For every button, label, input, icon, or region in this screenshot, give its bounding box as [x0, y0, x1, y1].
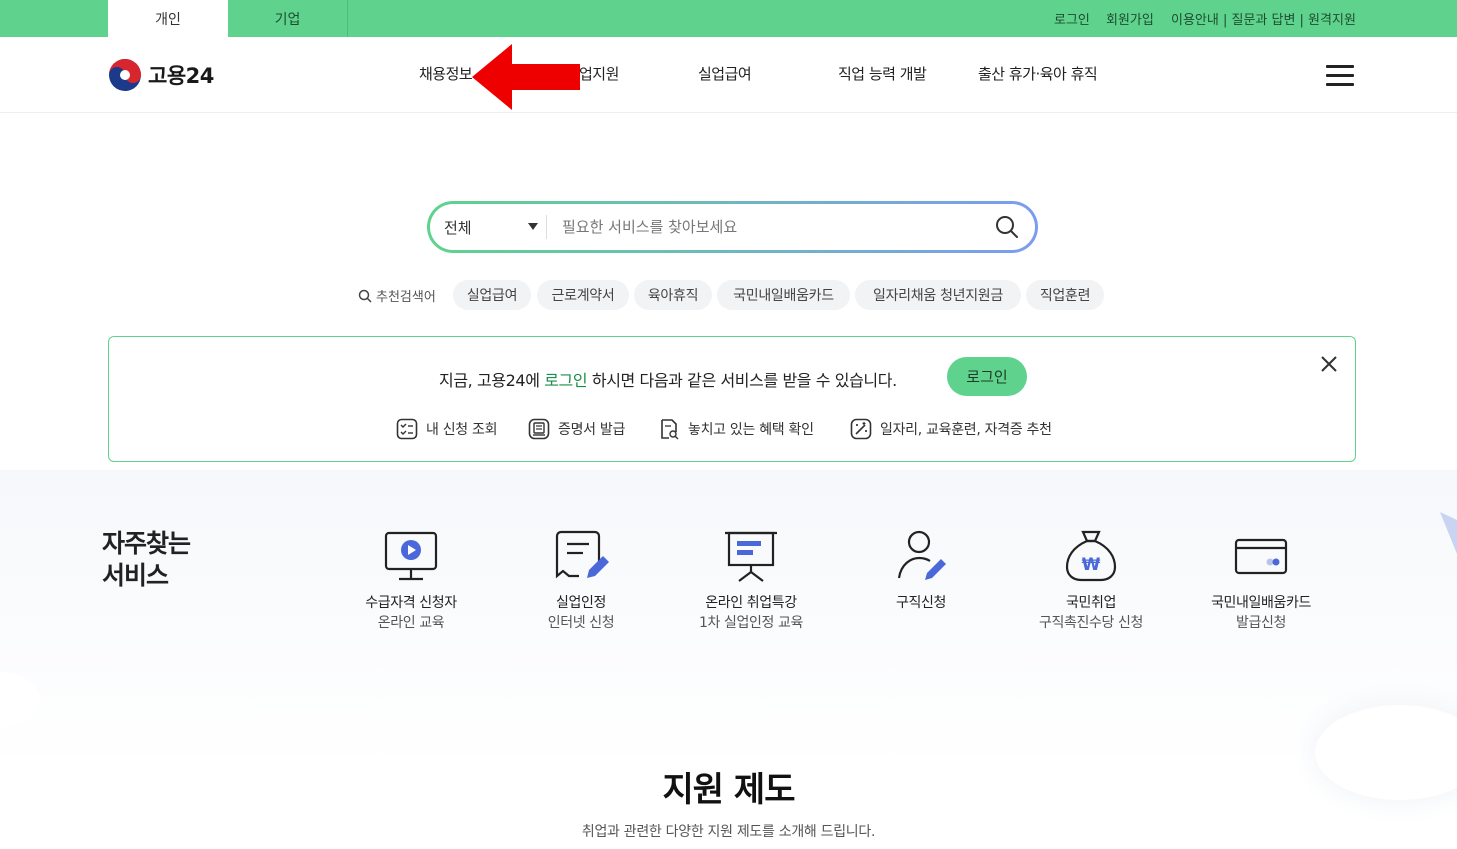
- signup-link[interactable]: 회원가입: [1106, 0, 1154, 37]
- login-msg-pre: 지금, 고용24에: [439, 371, 545, 390]
- search-bar: 전체: [427, 201, 1038, 253]
- keyword-chip[interactable]: 직업훈련: [1026, 280, 1104, 310]
- magic-wand-icon: [850, 418, 872, 440]
- service-sublabel: 온라인 교육: [377, 615, 445, 631]
- service-label: 온라인 취업특강: [705, 595, 797, 611]
- service-sublabel: 인터넷 신청: [547, 615, 615, 631]
- login-msg-post: 하시면 다음과 같은 서비스를 받을 수 있습니다.: [587, 371, 897, 390]
- benefit-missed-benefits[interactable]: 놓치고 있는 혜택 확인: [658, 418, 814, 440]
- search-small-icon: [358, 289, 372, 303]
- login-link[interactable]: 로그인: [1054, 0, 1090, 37]
- service-online-lecture[interactable]: 온라인 취업특강 1차 실업인정 교육: [661, 528, 841, 632]
- service-sublabel: 구직촉진수당 신청: [1039, 615, 1143, 631]
- logo[interactable]: 고용24: [108, 58, 214, 92]
- main-header: 고용24 채용정보 업지원 실업급여 직업 능력 개발 출산 휴가·육아 휴직: [0, 37, 1457, 113]
- tab-business[interactable]: 기업: [228, 0, 348, 37]
- checklist-icon: [396, 418, 418, 440]
- service-sublabel: 1차 실업인정 교육: [699, 615, 803, 631]
- select-divider: [546, 215, 547, 239]
- benefit-my-application[interactable]: 내 신청 조회: [396, 418, 498, 440]
- frequent-services-title: 자주찾는 서비스: [102, 529, 191, 590]
- service-label: 실업인정: [556, 595, 606, 611]
- document-pen-icon: [555, 530, 609, 579]
- service-learning-card[interactable]: 국민내일배움카드 발급신청: [1171, 528, 1351, 632]
- service-job-seeking[interactable]: 구직신청: [831, 528, 1011, 612]
- nav-vocational-training[interactable]: 직업 능력 개발: [838, 63, 927, 84]
- tab-personal[interactable]: 개인: [108, 0, 228, 37]
- paper-plane-decoration: [1440, 512, 1457, 554]
- benefit-label: 내 신청 조회: [426, 422, 498, 438]
- benefit-recommendations[interactable]: 일자리, 교육훈련, 자격증 추천: [850, 418, 1052, 440]
- search-icon[interactable]: [995, 215, 1019, 239]
- card-icon: [1234, 538, 1288, 575]
- login-promo-box: 지금, 고용24에 로그인 하시면 다음과 같은 서비스를 받을 수 있습니다.…: [108, 336, 1356, 462]
- hamburger-menu-icon[interactable]: [1326, 65, 1354, 87]
- svg-text:₩: ₩: [1082, 555, 1101, 575]
- presentation-board-icon: [725, 531, 777, 582]
- government-emblem-icon: [109, 59, 141, 91]
- help-links[interactable]: 이용안내 | 질문과 답변 | 원격지원: [1171, 0, 1356, 37]
- benefit-label: 증명서 발급: [558, 422, 626, 438]
- support-section-subtitle: 취업과 관련한 다양한 지원 제도를 소개해 드립니다.: [581, 824, 876, 840]
- service-online-education[interactable]: 수급자격 신청자 온라인 교육: [321, 528, 501, 632]
- search-input[interactable]: [562, 212, 982, 242]
- monitor-play-icon: [384, 531, 438, 581]
- certificate-icon: [528, 418, 550, 440]
- service-label: 구직신청: [896, 595, 946, 611]
- recommended-keywords-label: 추천검색어: [358, 286, 436, 305]
- nav-employment-support[interactable]: 업지원: [579, 63, 619, 84]
- service-label: 국민내일배움카드: [1211, 595, 1311, 611]
- benefit-label: 놓치고 있는 혜택 확인: [688, 422, 814, 438]
- keyword-chip[interactable]: 실업급여: [453, 280, 531, 310]
- document-search-icon: [661, 419, 679, 440]
- login-button[interactable]: 로그인: [947, 357, 1027, 396]
- close-icon[interactable]: [1320, 355, 1338, 373]
- benefit-certificate[interactable]: 증명서 발급: [528, 418, 625, 440]
- keyword-chip[interactable]: 일자리채움 청년지원금: [855, 280, 1021, 310]
- support-section-title: 지원 제도: [662, 770, 796, 810]
- category-select-value: 전체: [444, 218, 472, 237]
- keyword-chip[interactable]: 근로계약서: [537, 280, 629, 310]
- red-arrow-icon: [472, 44, 580, 110]
- nav-maternity-leave[interactable]: 출산 휴가·육아 휴직: [978, 63, 1098, 84]
- top-bar: 개인 기업 로그인 회원가입 이용안내 | 질문과 답변 | 원격지원: [0, 0, 1457, 37]
- nav-unemployment-benefit[interactable]: 실업급여: [698, 63, 752, 84]
- keywords-label-text: 추천검색어: [376, 290, 436, 305]
- caret-down-icon: [528, 223, 538, 230]
- logo-text: 고용24: [148, 64, 214, 88]
- service-label: 수급자격 신청자: [365, 595, 457, 611]
- keyword-chip[interactable]: 국민내일배움카드: [717, 280, 850, 310]
- service-sublabel: 발급신청: [1236, 615, 1286, 631]
- benefit-label: 일자리, 교육훈련, 자격증 추천: [880, 422, 1052, 438]
- keyword-chip[interactable]: 육아휴직: [634, 280, 712, 310]
- login-promo-message: 지금, 고용24에 로그인 하시면 다음과 같은 서비스를 받을 수 있습니다.: [439, 367, 897, 391]
- login-msg-highlight[interactable]: 로그인: [544, 371, 587, 390]
- person-pen-icon: [897, 530, 946, 580]
- nav-job-info[interactable]: 채용정보: [419, 63, 473, 84]
- service-unemployment-certification[interactable]: 실업인정 인터넷 신청: [491, 528, 671, 632]
- money-bag-icon: ₩: [1065, 530, 1117, 582]
- service-job-allowance[interactable]: ₩ 국민취업 구직촉진수당 신청: [1001, 528, 1181, 632]
- service-label: 국민취업: [1066, 595, 1116, 611]
